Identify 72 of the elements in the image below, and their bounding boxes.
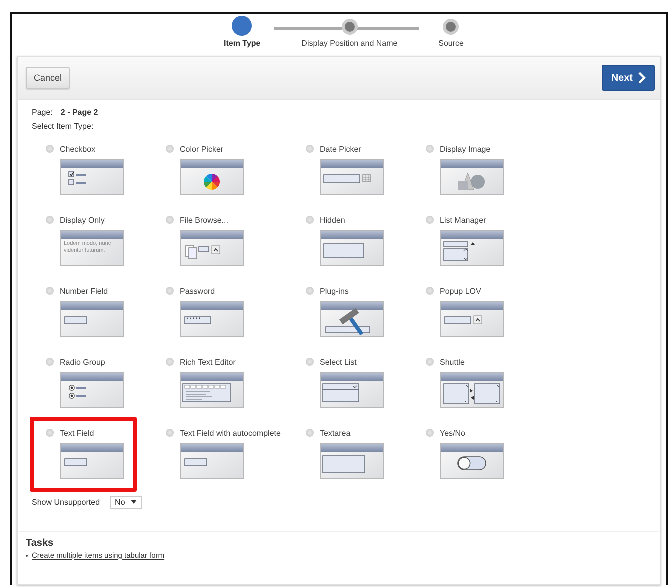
option-label: Display Image [440, 144, 491, 154]
dropdown-arrow-icon [131, 500, 138, 505]
step-label: Display Position and Name [302, 39, 398, 48]
form-preview-drawing [320, 159, 384, 195]
form-preview-drawing [60, 301, 124, 337]
form-preview-drawing [320, 301, 384, 337]
form-preview-drawing [440, 159, 504, 195]
dropdown[interactable]: No [110, 496, 142, 509]
radio-button[interactable] [166, 145, 174, 153]
radio-button[interactable] [306, 287, 314, 295]
option-label: Popup LOV [440, 286, 482, 296]
form-preview-drawing [180, 372, 244, 408]
form-preview-drawing [60, 443, 124, 479]
form-preview-drawing [180, 230, 244, 266]
option-label: Text Field [60, 428, 94, 438]
option-label: List Manager [440, 216, 486, 224]
option-label: Rich Text Editor [180, 358, 236, 366]
option-label: Hidden [320, 216, 346, 224]
form-preview-drawing [60, 159, 124, 195]
radio-button[interactable] [426, 358, 434, 366]
radio-button[interactable] [46, 216, 54, 224]
step-label: Source [438, 39, 464, 48]
form-preview-drawing [440, 372, 504, 408]
option-label: File Browse... [180, 216, 228, 224]
page-value: 2 - Page 2 [60, 108, 98, 117]
form-preview-drawing [440, 230, 504, 266]
radio-button[interactable] [306, 216, 314, 224]
option-label: Yes/No [440, 428, 466, 438]
form-preview-drawing [440, 301, 504, 337]
radio-button[interactable] [306, 145, 314, 153]
cancel-button[interactable]: Cancel [26, 67, 70, 89]
option-label: Textarea [320, 428, 351, 438]
option-label: Text Field with autocomplete [180, 428, 281, 438]
radio-button[interactable] [306, 358, 314, 366]
form-preview-drawing [320, 230, 384, 266]
radio-button[interactable] [426, 145, 434, 153]
form-preview-drawing [60, 372, 124, 408]
radio-button[interactable] [426, 429, 434, 437]
radio-button[interactable] [166, 287, 174, 295]
page-label: Page: [32, 108, 53, 117]
chevron-right-icon [638, 72, 646, 84]
field-label: Select Item Type: [32, 122, 95, 131]
option-label: Radio Group [60, 358, 106, 366]
option-label: Shuttle [440, 358, 465, 366]
form-preview-drawing [180, 159, 244, 195]
radio-button[interactable] [46, 429, 54, 437]
option-label: Plug-ins [320, 286, 349, 296]
option-label: Date Picker [320, 144, 362, 154]
radio-button[interactable] [46, 358, 54, 366]
form-preview-drawing [440, 443, 504, 479]
form-preview-drawing [180, 301, 244, 337]
field-label: Show Unsupported [32, 498, 100, 507]
form-preview-drawing [180, 443, 244, 479]
radio-button[interactable] [166, 429, 174, 437]
section-heading: Tasks [26, 538, 55, 549]
radio-button[interactable] [166, 358, 174, 366]
radio-button[interactable] [426, 216, 434, 224]
step-label: Item Type [224, 39, 261, 48]
option-label: Display Only [60, 216, 105, 224]
radio-button[interactable] [306, 429, 314, 437]
option-label: Select List [320, 358, 357, 366]
option-label: Number Field [60, 286, 108, 296]
form-preview-drawing [320, 443, 384, 479]
option-label: Color Picker [180, 144, 224, 154]
radio-button[interactable] [426, 287, 434, 295]
form-preview-drawing [320, 372, 384, 408]
radio-button[interactable] [166, 216, 174, 224]
option-label: Checkbox [60, 144, 96, 154]
next-button[interactable]: Next [602, 65, 655, 91]
radio-button[interactable] [46, 287, 54, 295]
option-label: Password [180, 286, 216, 296]
radio-button[interactable] [46, 145, 54, 153]
